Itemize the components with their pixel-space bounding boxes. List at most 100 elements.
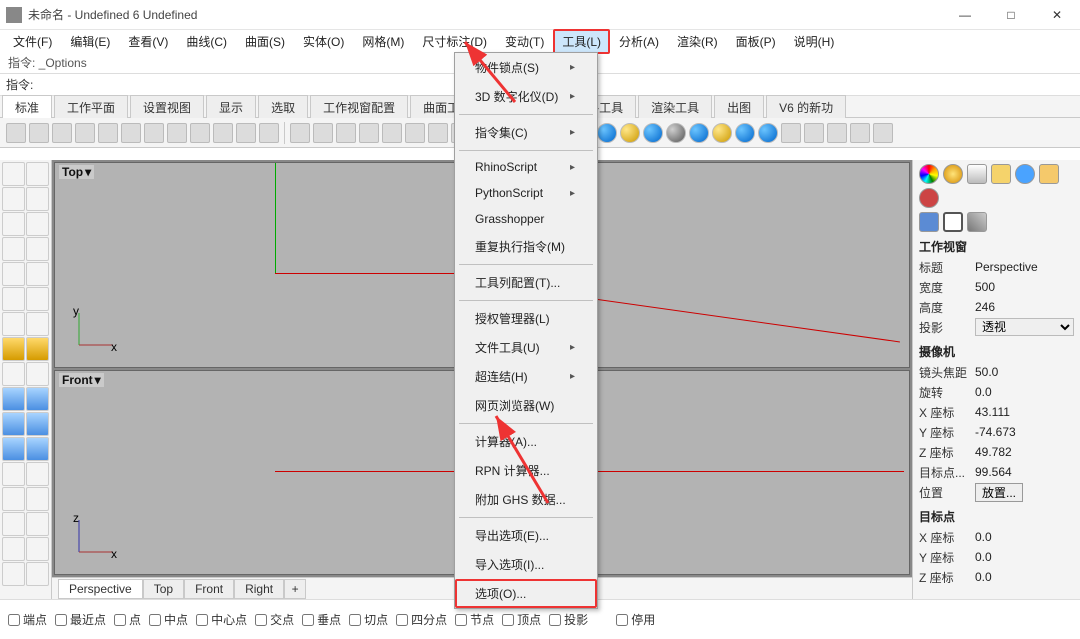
help-icon[interactable]: [1015, 164, 1035, 184]
menu-item[interactable]: 网格(M): [353, 29, 413, 54]
menu-dropdown-item[interactable]: 3D 数字化仪(D)▸: [455, 82, 597, 111]
toolbar-button-icon[interactable]: [98, 123, 118, 143]
osnap-checkbox[interactable]: [8, 614, 20, 626]
folder-icon[interactable]: [1039, 164, 1059, 184]
sun-icon[interactable]: [943, 164, 963, 184]
toolbar-button-icon[interactable]: [643, 123, 663, 143]
menu-dropdown-item[interactable]: 文件工具(U)▸: [455, 333, 597, 362]
toolbar-button-icon[interactable]: [666, 123, 686, 143]
close-button[interactable]: ✕: [1034, 0, 1080, 30]
toolbox-button-icon[interactable]: [2, 237, 25, 261]
menu-item[interactable]: 实体(O): [294, 29, 353, 54]
osnap-checkbox[interactable]: [502, 614, 514, 626]
camera-icon[interactable]: [919, 212, 939, 232]
osnap-option[interactable]: 投影: [549, 611, 588, 628]
toolbox-button-icon[interactable]: [26, 362, 49, 386]
toolbox-button-icon[interactable]: [2, 487, 25, 511]
toolbox-button-icon[interactable]: [26, 187, 49, 211]
toolbar-button-icon[interactable]: [29, 123, 49, 143]
toolbox-button-icon[interactable]: [26, 237, 49, 261]
toolbar-button-icon[interactable]: [144, 123, 164, 143]
toolbar-button-icon[interactable]: [121, 123, 141, 143]
osnap-checkbox[interactable]: [349, 614, 361, 626]
toolbar-button-icon[interactable]: [290, 123, 310, 143]
viewport-tab[interactable]: Front: [184, 579, 234, 599]
toolbox-button-icon[interactable]: [26, 262, 49, 286]
property-value[interactable]: 500: [975, 280, 1074, 294]
toolbar-button-icon[interactable]: [6, 123, 26, 143]
toolbar-button-icon[interactable]: [382, 123, 402, 143]
toolbar-tab[interactable]: 渲染工具: [638, 95, 712, 118]
menu-dropdown-item[interactable]: 网页浏览器(W): [455, 391, 597, 420]
menu-item[interactable]: 曲面(S): [236, 29, 294, 54]
menu-item[interactable]: 编辑(E): [61, 29, 119, 54]
toolbox-button-icon[interactable]: [2, 412, 25, 436]
property-value[interactable]: 50.0: [975, 365, 1074, 379]
osnap-option[interactable]: 垂点: [302, 611, 341, 628]
property-value[interactable]: -74.673: [975, 425, 1074, 439]
frame-icon[interactable]: [943, 212, 963, 232]
osnap-checkbox[interactable]: [396, 614, 408, 626]
toolbar-button-icon[interactable]: [781, 123, 801, 143]
viewport-top[interactable]: Top▾ yx: [54, 162, 481, 368]
toolbox-button-icon[interactable]: [26, 537, 49, 561]
toolbar-button-icon[interactable]: [236, 123, 256, 143]
viewport-tab[interactable]: Perspective: [58, 579, 143, 599]
toolbar-button-icon[interactable]: [190, 123, 210, 143]
menu-dropdown-item[interactable]: Grasshopper: [455, 206, 597, 232]
property-value[interactable]: 99.564: [975, 465, 1074, 479]
toolbar-tab[interactable]: 出图: [714, 95, 764, 118]
osnap-option[interactable]: 中心点: [196, 611, 247, 628]
property-value[interactable]: 透视: [975, 318, 1074, 336]
toolbar-button-icon[interactable]: [259, 123, 279, 143]
toolbox-button-icon[interactable]: [2, 512, 25, 536]
record-icon[interactable]: [919, 188, 939, 208]
toolbar-tab[interactable]: 工作视窗配置: [310, 95, 408, 118]
toolbox-button-icon[interactable]: [2, 162, 25, 186]
menu-item[interactable]: 工具(L): [553, 29, 610, 54]
menu-item[interactable]: 尺寸标注(D): [413, 29, 496, 54]
toolbar-button-icon[interactable]: [75, 123, 95, 143]
menu-item[interactable]: 分析(A): [610, 29, 668, 54]
toolbox-button-icon[interactable]: [2, 537, 25, 561]
toolbar-button-icon[interactable]: [620, 123, 640, 143]
minimize-button[interactable]: —: [942, 0, 988, 30]
osnap-checkbox[interactable]: [455, 614, 467, 626]
toolbox-button-icon[interactable]: [2, 562, 25, 586]
osnap-option[interactable]: 点: [114, 611, 141, 628]
osnap-option[interactable]: 最近点: [55, 611, 106, 628]
property-value[interactable]: 0.0: [975, 550, 1074, 564]
osnap-checkbox[interactable]: [55, 614, 67, 626]
property-value[interactable]: 放置...: [975, 483, 1074, 502]
menu-dropdown-item[interactable]: 指令集(C)▸: [455, 118, 597, 147]
menu-dropdown-item[interactable]: PythonScript▸: [455, 180, 597, 206]
toolbar-button-icon[interactable]: [359, 123, 379, 143]
toolbar-button-icon[interactable]: [336, 123, 356, 143]
toolbar-tab[interactable]: 工作平面: [54, 95, 128, 118]
toolbox-button-icon[interactable]: [2, 187, 25, 211]
menu-dropdown-item[interactable]: 授权管理器(L): [455, 304, 597, 333]
maximize-button[interactable]: □: [988, 0, 1034, 30]
menu-item[interactable]: 变动(T): [496, 29, 553, 54]
toolbox-button-icon[interactable]: [2, 312, 25, 336]
property-select[interactable]: 透视: [975, 318, 1074, 336]
toolbar-button-icon[interactable]: [313, 123, 333, 143]
toolbar-button-icon[interactable]: [873, 123, 893, 143]
toolbar-tab[interactable]: 标准: [2, 95, 52, 118]
osnap-option[interactable]: 四分点: [396, 611, 447, 628]
menu-item[interactable]: 面板(P): [727, 29, 785, 54]
layers-icon[interactable]: [967, 164, 987, 184]
menu-dropdown-item[interactable]: 导出选项(E)...: [455, 521, 597, 550]
menu-dropdown-item[interactable]: 附加 GHS 数据...: [455, 485, 597, 514]
osnap-option[interactable]: 停用: [616, 611, 655, 628]
property-value[interactable]: 49.782: [975, 445, 1074, 459]
toolbar-button-icon[interactable]: [804, 123, 824, 143]
render-materials-icon[interactable]: [919, 164, 939, 184]
toolbox-button-icon[interactable]: [26, 437, 49, 461]
tools-menu-dropdown[interactable]: 物件锁点(S)▸3D 数字化仪(D)▸指令集(C)▸RhinoScript▸Py…: [454, 52, 598, 609]
menu-dropdown-item[interactable]: 选项(O)...: [455, 579, 597, 608]
menu-item[interactable]: 渲染(R): [668, 29, 727, 54]
toolbox-button-icon[interactable]: [2, 212, 25, 236]
toolbox-button-icon[interactable]: [2, 462, 25, 486]
osnap-checkbox[interactable]: [196, 614, 208, 626]
